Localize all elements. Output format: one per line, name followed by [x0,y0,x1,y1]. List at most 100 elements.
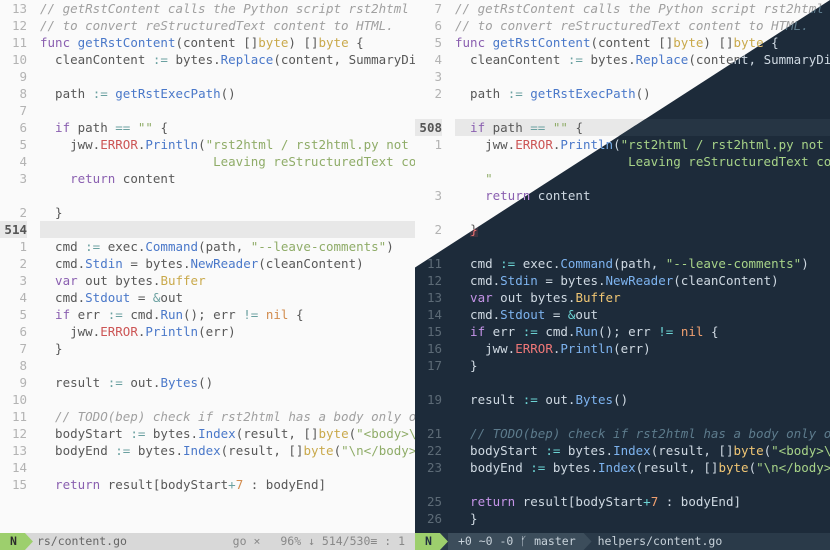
code-line[interactable]: result := out.Bytes() [40,374,415,391]
code-line[interactable] [40,187,415,204]
editor-pane-left[interactable]: 1312111098765432514123456789101112131415… [0,0,415,535]
gutter-left: 1312111098765432514123456789101112131415 [0,0,34,493]
gutter-line: 514 [0,221,27,238]
code-line[interactable]: bodyStart := bytes.Index(result, []byte(… [40,425,415,442]
status-filetype-left: go ⨯ [223,533,271,550]
gutter-line: 26 [415,510,442,527]
code-line[interactable]: // TODO(bep) check if rst2html has a bod… [40,408,415,425]
code-line[interactable]: result := out.Bytes() [455,391,830,408]
code-line[interactable]: // to convert reStructuredText content t… [40,17,415,34]
gutter-line: 5 [0,306,27,323]
status-vcs-right: +0 ~0 -0 ᚶ master [448,533,592,550]
code-line[interactable]: jww.ERROR.Println("rst2html / rst2html.p… [40,136,415,153]
code-line[interactable]: } [40,340,415,357]
gutter-line: 3 [415,68,442,85]
gutter-line: 7 [0,102,27,119]
gutter-line: 13 [0,442,27,459]
gutter-line: 1 [0,238,27,255]
code-line[interactable]: jww.ERROR.Println(err) [40,323,415,340]
gutter-line: 10 [0,391,27,408]
mode-indicator-right: N [415,533,448,550]
code-line[interactable]: var out bytes.Buffer [455,289,830,306]
gutter-line [415,238,442,255]
code-line[interactable]: return content [40,170,415,187]
code-line[interactable]: cmd := exec.Command(path, "--leave-comme… [455,255,830,272]
gutter-line: 9 [0,68,27,85]
gutter-line: 2 [415,221,442,238]
gutter-line: 6 [0,119,27,136]
code-line[interactable]: cmd.Stdin = bytes.NewReader(cleanContent… [40,255,415,272]
code-line[interactable]: cleanContent := bytes.Replace(content, S… [40,51,415,68]
gutter-line: 15 [415,323,442,340]
code-line[interactable] [40,391,415,408]
editor-pane-right[interactable]: 76543250813211121314151617192122232526 /… [415,0,830,535]
gutter-line: 12 [415,272,442,289]
code-line[interactable] [40,68,415,85]
code-line[interactable]: return result[bodyStart+7 : bodyEnd] [455,493,830,510]
gutter-line: 5 [0,136,27,153]
gutter-line: 2 [0,255,27,272]
mode-indicator-left: N [0,533,33,550]
gutter-line: 16 [415,340,442,357]
gutter-line: 21 [415,425,442,442]
code-line[interactable] [455,238,830,255]
code-line[interactable]: if path == "" { [40,119,415,136]
code-line[interactable]: // getRstContent calls the Python script… [455,0,830,17]
gutter-line: 1 [415,136,442,153]
code-line[interactable]: } [455,510,830,527]
code-line[interactable]: bodyEnd := bytes.Index(result, []byte("\… [455,459,830,476]
gutter-line: 3 [0,272,27,289]
code-line[interactable]: // getRstContent calls the Python script… [40,0,415,17]
code-line[interactable]: cmd.Stdout = &out [40,289,415,306]
gutter-line: 9 [0,374,27,391]
gutter-line: 6 [0,323,27,340]
gutter-line: 3 [0,170,27,187]
gutter-line: 4 [415,51,442,68]
code-line[interactable]: jww.ERROR.Println(err) [455,340,830,357]
gutter-line: 13 [415,289,442,306]
gutter-line [0,187,27,204]
code-line[interactable]: cmd.Stdin = bytes.NewReader(cleanContent… [455,272,830,289]
gutter-line [415,204,442,221]
code-line[interactable] [455,374,830,391]
gutter-line: 8 [0,85,27,102]
gutter-line: 14 [415,306,442,323]
code-line[interactable]: Leaving reStructuredText content u [40,153,415,170]
gutter-line: 7 [0,340,27,357]
gutter-line [415,476,442,493]
code-line[interactable]: } [40,204,415,221]
code-line[interactable]: } [455,357,830,374]
code-line[interactable] [40,459,415,476]
gutter-line: 2 [0,204,27,221]
code-area-left[interactable]: // getRstContent calls the Python script… [40,0,415,493]
status-bar-right: N +0 ~0 -0 ᚶ master helpers/content.go [415,533,830,550]
code-line[interactable] [40,357,415,374]
code-line[interactable]: cmd.Stdout = &out [455,306,830,323]
code-line[interactable]: // to convert reStructuredText content t… [455,17,830,34]
gutter-line: 8 [0,357,27,374]
status-bar: N rs/content.go go ⨯ 96% ↓ 514/530≡ : 1 … [0,533,830,550]
code-line[interactable]: if err := cmd.Run(); err != nil { [455,323,830,340]
code-line[interactable]: // TODO(bep) check if rst2html has a bod… [455,425,830,442]
code-line[interactable]: func getRstContent(content []byte) []byt… [40,34,415,51]
code-line[interactable]: bodyStart := bytes.Index(result, []byte(… [455,442,830,459]
code-line[interactable]: var out bytes.Buffer [40,272,415,289]
gutter-line: 2 [415,85,442,102]
gutter-line: 3 [415,187,442,204]
code-line[interactable] [455,408,830,425]
code-line[interactable]: path := getRstExecPath() [40,85,415,102]
code-line[interactable]: } [455,221,830,238]
gutter-line: 12 [0,425,27,442]
code-line[interactable] [455,476,830,493]
gutter-line: 17 [415,357,442,374]
code-line[interactable] [40,102,415,119]
gutter-line: 5 [415,34,442,51]
code-line[interactable] [40,221,415,238]
code-line[interactable] [455,204,830,221]
code-line[interactable]: bodyEnd := bytes.Index(result, []byte("\… [40,442,415,459]
gutter-line: 508 [415,119,442,136]
code-line[interactable]: if err := cmd.Run(); err != nil { [40,306,415,323]
code-line[interactable]: cmd := exec.Command(path, "--leave-comme… [40,238,415,255]
code-line[interactable]: return result[bodyStart+7 : bodyEnd] [40,476,415,493]
gutter-line: 22 [415,442,442,459]
